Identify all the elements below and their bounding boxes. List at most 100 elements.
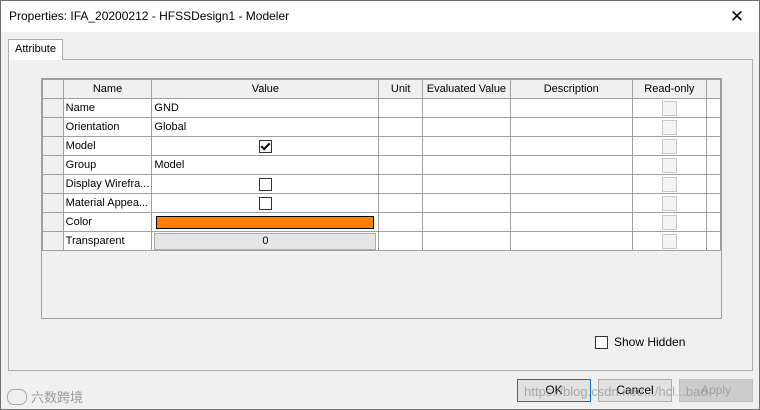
column-header-unit[interactable]: Unit bbox=[378, 79, 423, 99]
row-header[interactable] bbox=[42, 193, 64, 213]
watermark-left: 六数跨境 bbox=[7, 387, 83, 406]
value-checkbox[interactable] bbox=[258, 177, 272, 191]
close-icon[interactable]: ✕ bbox=[715, 1, 759, 32]
property-grid: Name Value Unit Evaluated Value Descript… bbox=[41, 78, 722, 319]
show-hidden-option[interactable]: Show Hidden bbox=[595, 335, 685, 349]
row-filler bbox=[706, 174, 721, 194]
description-cell[interactable] bbox=[509, 193, 633, 213]
read-only-checkbox bbox=[661, 119, 677, 135]
row-filler bbox=[706, 231, 721, 251]
unit-cell[interactable] bbox=[378, 231, 423, 251]
description-cell[interactable] bbox=[509, 231, 633, 251]
corner-cell bbox=[42, 79, 64, 99]
value-checkbox[interactable] bbox=[258, 196, 272, 210]
read-only-cell bbox=[631, 98, 708, 118]
read-only-cell bbox=[631, 231, 708, 251]
property-row[interactable]: Display Wirefra... bbox=[42, 174, 721, 194]
column-header-read-only[interactable]: Read-only bbox=[631, 79, 708, 99]
property-row[interactable]: Group Model bbox=[42, 155, 721, 175]
read-only-checkbox bbox=[661, 138, 677, 154]
row-filler bbox=[706, 98, 721, 118]
property-name-cell: Name bbox=[62, 98, 153, 118]
evaluated-value-cell bbox=[421, 174, 511, 194]
row-filler bbox=[706, 155, 721, 175]
column-header-name[interactable]: Name bbox=[62, 79, 153, 99]
row-filler bbox=[706, 193, 721, 213]
description-cell[interactable] bbox=[509, 98, 633, 118]
color-swatch[interactable] bbox=[156, 215, 375, 229]
watermark-right: https://blog.csdn.net/.../hcl...bao bbox=[524, 384, 708, 399]
row-header[interactable] bbox=[42, 231, 64, 251]
title-bar: Properties: IFA_20200212 - HFSSDesign1 -… bbox=[1, 1, 759, 32]
header-filler bbox=[706, 79, 721, 99]
unit-cell[interactable] bbox=[378, 193, 423, 213]
property-name-cell: Color bbox=[62, 212, 153, 232]
row-header[interactable] bbox=[42, 136, 64, 156]
evaluated-value-cell bbox=[421, 155, 511, 175]
property-value-cell[interactable]: Model bbox=[151, 155, 380, 175]
watermark-left-text: 六数跨境 bbox=[31, 390, 84, 405]
tab-attribute[interactable]: Attribute bbox=[8, 39, 63, 60]
property-value-cell[interactable]: GND bbox=[151, 98, 380, 118]
unit-cell[interactable] bbox=[378, 117, 423, 137]
read-only-checkbox bbox=[661, 100, 677, 116]
show-hidden-checkbox[interactable] bbox=[595, 335, 608, 349]
evaluated-value-cell bbox=[421, 212, 511, 232]
read-only-checkbox bbox=[661, 233, 677, 249]
row-header[interactable] bbox=[42, 212, 64, 232]
property-name-cell: Transparent bbox=[62, 231, 153, 251]
property-row[interactable]: Name GND bbox=[42, 98, 721, 118]
row-header[interactable] bbox=[42, 174, 64, 194]
column-header-evaluated-value[interactable]: Evaluated Value bbox=[421, 79, 511, 99]
property-row[interactable]: Model bbox=[42, 136, 721, 156]
transparency-value-button[interactable]: 0 bbox=[154, 232, 377, 250]
property-name-cell: Display Wirefra... bbox=[62, 174, 153, 194]
value-checkbox[interactable] bbox=[258, 139, 272, 153]
evaluated-value-cell bbox=[421, 231, 511, 251]
unit-cell[interactable] bbox=[378, 174, 423, 194]
property-row[interactable]: Transparent 0 bbox=[42, 231, 721, 251]
read-only-checkbox bbox=[661, 195, 677, 211]
read-only-checkbox bbox=[661, 157, 677, 173]
property-value-cell[interactable]: Global bbox=[151, 117, 380, 137]
read-only-cell bbox=[631, 193, 708, 213]
row-header[interactable] bbox=[42, 117, 64, 137]
evaluated-value-cell bbox=[421, 136, 511, 156]
description-cell[interactable] bbox=[509, 136, 633, 156]
property-name-cell: Group bbox=[62, 155, 153, 175]
unit-cell[interactable] bbox=[378, 155, 423, 175]
row-filler bbox=[706, 212, 721, 232]
column-header-description[interactable]: Description bbox=[509, 79, 633, 99]
description-cell[interactable] bbox=[509, 155, 633, 175]
property-value-cell[interactable] bbox=[151, 136, 380, 156]
property-value-cell[interactable] bbox=[151, 193, 380, 213]
property-table: Name Value Unit Evaluated Value Descript… bbox=[42, 79, 721, 251]
read-only-checkbox bbox=[661, 214, 677, 230]
property-value-cell[interactable] bbox=[151, 212, 380, 232]
row-filler bbox=[706, 136, 721, 156]
description-cell[interactable] bbox=[509, 174, 633, 194]
read-only-cell bbox=[631, 155, 708, 175]
watermark-logo-icon bbox=[7, 388, 27, 405]
property-row[interactable]: Color bbox=[42, 212, 721, 232]
unit-cell[interactable] bbox=[378, 136, 423, 156]
unit-cell[interactable] bbox=[378, 98, 423, 118]
description-cell[interactable] bbox=[509, 212, 633, 232]
row-header[interactable] bbox=[42, 155, 64, 175]
row-header[interactable] bbox=[42, 98, 64, 118]
read-only-cell bbox=[631, 136, 708, 156]
property-row[interactable]: Material Appea... bbox=[42, 193, 721, 213]
column-header-value[interactable]: Value bbox=[151, 79, 380, 99]
read-only-cell bbox=[631, 117, 708, 137]
read-only-cell bbox=[631, 212, 708, 232]
unit-cell[interactable] bbox=[378, 212, 423, 232]
property-row[interactable]: Orientation Global bbox=[42, 117, 721, 137]
read-only-cell bbox=[631, 174, 708, 194]
property-value-cell[interactable] bbox=[151, 174, 380, 194]
header-row: Name Value Unit Evaluated Value Descript… bbox=[42, 79, 721, 99]
evaluated-value-cell bbox=[421, 193, 511, 213]
window-title: Properties: IFA_20200212 - HFSSDesign1 -… bbox=[9, 9, 290, 23]
description-cell[interactable] bbox=[509, 117, 633, 137]
property-value-cell[interactable]: 0 bbox=[151, 231, 380, 251]
row-filler bbox=[706, 117, 721, 137]
